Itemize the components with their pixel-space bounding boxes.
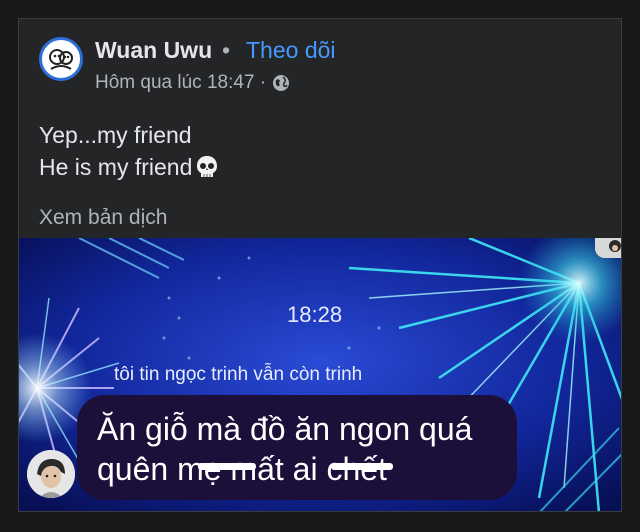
message-bubble: Ăn giỗ mà đồ ăn ngon quá quên mẹ mất ai … [77, 395, 517, 500]
bubble-text: Ăn giỗ mà đồ ăn ngon quá quên mẹ mất ai … [97, 409, 472, 489]
post-line: He is my friend [39, 151, 220, 183]
strikethrough-mark [198, 463, 256, 470]
globe-icon[interactable] [272, 74, 290, 92]
seen-avatar [595, 238, 621, 258]
author-name[interactable]: Wuan Uwu [95, 37, 212, 64]
see-translation-link[interactable]: Xem bản dịch [39, 206, 167, 230]
message-time: 18:28 [287, 302, 343, 327]
post-line: Yep...my friend [39, 119, 220, 151]
sender-avatar [27, 450, 75, 498]
post-body: Yep...my friend He is my friend [39, 119, 220, 183]
post-timestamp[interactable]: Hôm qua lúc 18:47 · [95, 72, 266, 94]
person-avatar-icon [27, 450, 75, 498]
post-card: Wuan Uwu • Theo dõi Hôm qua lúc 18:47 · … [18, 18, 622, 512]
post-line-text: He is my friend [39, 154, 193, 180]
bubble-line: quên mẹ mất ai chết [97, 451, 387, 487]
person-avatar-icon [595, 238, 621, 258]
post-line-text: Yep...my friend [39, 122, 192, 148]
author-avatar[interactable] [39, 37, 83, 81]
follow-button[interactable]: Theo dõi [246, 37, 336, 64]
skull-emoji-icon [197, 156, 218, 177]
separator-dot: • [222, 37, 231, 63]
post-meta: Hôm qua lúc 18:47 · [95, 72, 290, 94]
bubble-line: Ăn giỗ mà đồ ăn ngon quá [97, 411, 473, 447]
post-photo[interactable]: 18:28 tôi tin ngọc trinh vẫn còn trinh Ă… [19, 238, 621, 511]
photo-caption: tôi tin ngọc trinh vẫn còn trinh [114, 364, 363, 385]
strikethrough-mark [331, 463, 393, 470]
cartoon-avatar-icon [49, 49, 73, 70]
